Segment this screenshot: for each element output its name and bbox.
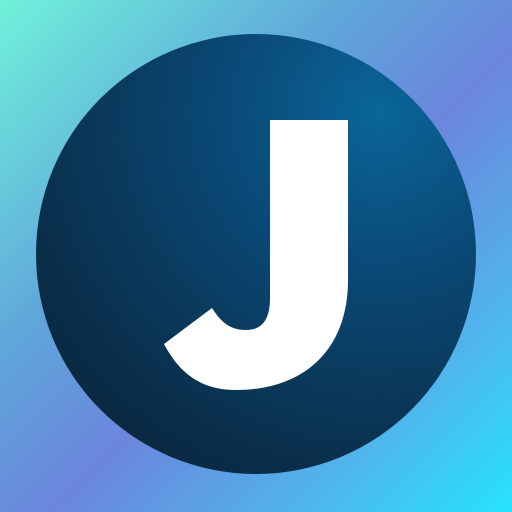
letter-j-icon — [164, 120, 348, 390]
letter-j-glyph — [164, 120, 348, 390]
app-logo-circle — [36, 34, 476, 474]
